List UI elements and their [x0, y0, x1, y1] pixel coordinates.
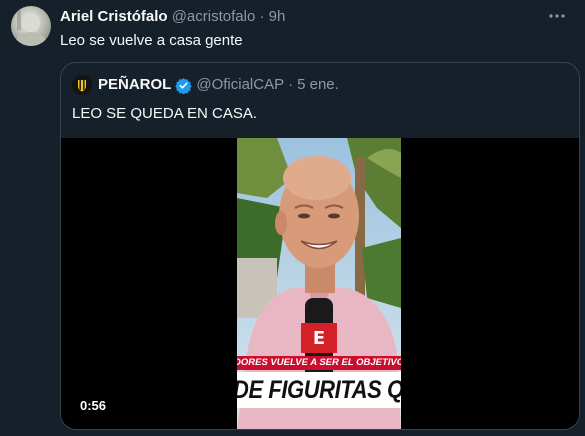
- tweet-text: Leo se vuelve a casa gente: [60, 32, 243, 49]
- author-name[interactable]: Ariel Cristófalo: [60, 8, 168, 25]
- video-player[interactable]: E DORES VUELVE A SER EL OBJETIVO DE FIGU…: [61, 138, 579, 429]
- tweet-time[interactable]: 9h: [269, 8, 286, 25]
- author-avatar[interactable]: [11, 6, 51, 46]
- video-frame[interactable]: E DORES VUELVE A SER EL OBJETIVO DE FIGU…: [237, 138, 401, 429]
- video-duration: 0:56: [76, 397, 111, 415]
- verified-badge-icon: [175, 77, 193, 94]
- more-horizontal-icon[interactable]: [547, 6, 567, 26]
- header-separator: ·: [259, 8, 265, 25]
- quoted-tweet-header: PEÑAROL @OficialCAP · 5 ene.: [72, 74, 339, 96]
- video-caption-top: DORES VUELVE A SER EL OBJETIVO: [237, 356, 401, 370]
- quoted-tweet-time[interactable]: 5 ene.: [297, 74, 339, 96]
- quoted-author-handle[interactable]: @OficialCAP: [196, 74, 284, 96]
- tweet[interactable]: Ariel Cristófalo @acristofalo · 9h Leo s…: [0, 0, 585, 436]
- video-caption-bottom: DE FIGURITAS QUE NECE: [237, 372, 401, 408]
- tweet-header: Ariel Cristófalo @acristofalo · 9h: [60, 7, 285, 27]
- mic-logo: E: [312, 328, 326, 349]
- quoted-tweet[interactable]: PEÑAROL @OficialCAP · 5 ene. LEO SE QUED…: [60, 62, 580, 430]
- author-handle[interactable]: @acristofalo: [172, 8, 256, 25]
- quoted-header-separator: ·: [288, 76, 294, 93]
- quoted-author-avatar[interactable]: [72, 75, 92, 95]
- quoted-tweet-text: LEO SE QUEDA EN CASA.: [72, 105, 258, 122]
- quoted-author-name[interactable]: PEÑAROL: [98, 74, 171, 96]
